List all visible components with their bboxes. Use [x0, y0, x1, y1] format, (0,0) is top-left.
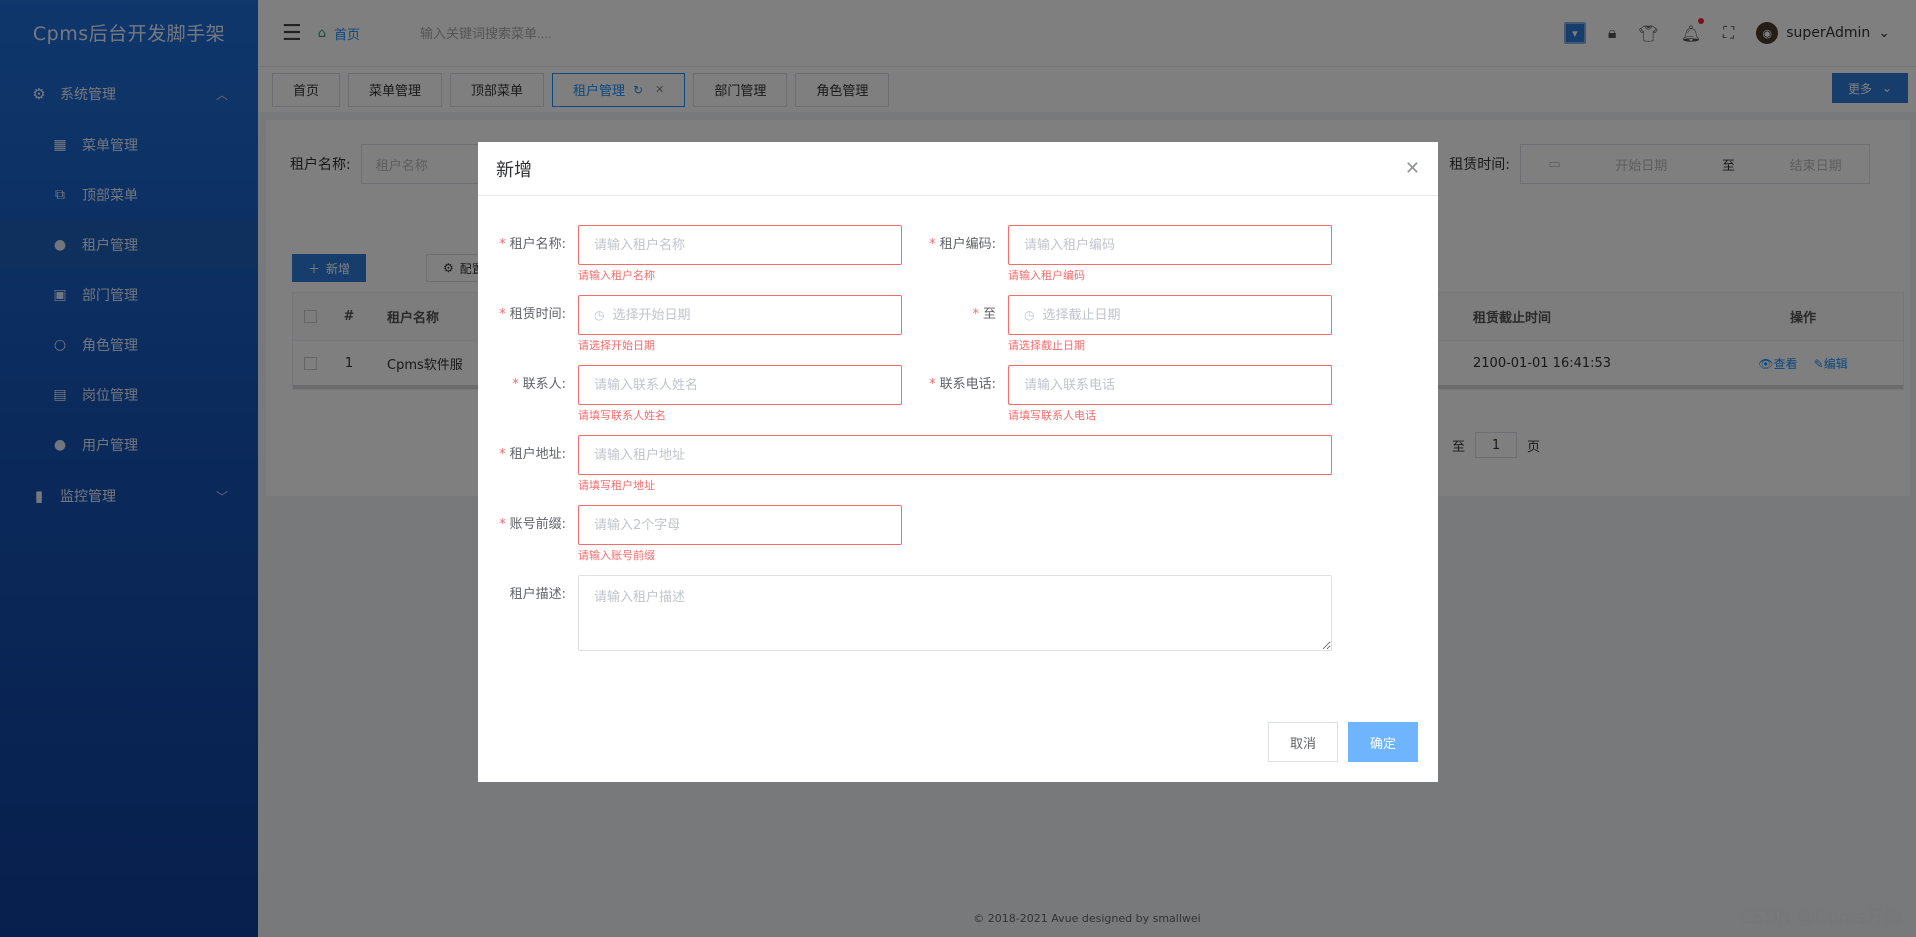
clock-icon: ◷: [1024, 308, 1035, 322]
field-description: 租户描述:: [478, 575, 1332, 655]
field-contact: *联系人: 请填写联系人姓名: [478, 365, 902, 422]
tenant-code-error: 请输入租户编码: [1008, 269, 1085, 282]
field-label: * 联系人:: [512, 377, 566, 392]
field-tenant-name: * 租户名称: 请输入租户名称: [478, 225, 902, 282]
watermark: CSDN @Cpms开源: [1740, 907, 1902, 928]
confirm-button[interactable]: 确定: [1348, 722, 1418, 762]
prefix-input[interactable]: [594, 517, 886, 533]
lease-start-input[interactable]: [612, 307, 886, 323]
dialog-header: 新增 ✕: [478, 142, 1438, 196]
cancel-button[interactable]: 取消: [1268, 722, 1338, 762]
field-account-prefix: *账号前缀: 请输入账号前缀: [478, 505, 902, 562]
tenant-code-input-wrap[interactable]: [1008, 225, 1332, 265]
clock-icon: ◷: [594, 308, 605, 322]
prefix-input-wrap[interactable]: [578, 505, 902, 545]
field-label: 租户描述:: [509, 587, 566, 602]
address-input-wrap[interactable]: [578, 435, 1332, 475]
address-input[interactable]: [594, 447, 1316, 463]
tenant-name-input-wrap[interactable]: [578, 225, 902, 265]
lease-start-picker[interactable]: ◷: [578, 295, 902, 335]
field-address: *租户地址: 请填写租户地址: [478, 435, 1332, 492]
contact-input-wrap[interactable]: [578, 365, 902, 405]
field-lease-start: *租赁时间: ◷ 请选择开始日期: [478, 295, 902, 352]
field-label: * 租户编码:: [929, 237, 996, 252]
field-lease-end: *至 ◷ 请选择截止日期: [908, 295, 1332, 352]
field-phone: *联系电话: 请填写联系人电话: [908, 365, 1332, 422]
field-label: * 至: [972, 307, 996, 322]
lease-end-picker[interactable]: ◷: [1008, 295, 1332, 335]
field-tenant-code: * 租户编码: 请输入租户编码: [908, 225, 1332, 282]
address-error: 请填写租户地址: [578, 479, 655, 492]
lease-end-error: 请选择截止日期: [1008, 339, 1085, 352]
field-label: * 租赁时间:: [499, 307, 566, 322]
dialog-title: 新增: [496, 159, 532, 181]
field-label: * 联系电话:: [929, 377, 996, 392]
tenant-name-error: 请输入租户名称: [578, 269, 655, 282]
field-label: * 租户名称:: [499, 237, 566, 252]
phone-error: 请填写联系人电话: [1008, 409, 1096, 422]
close-icon[interactable]: ✕: [1405, 158, 1420, 179]
add-tenant-dialog: 新增 ✕ *租户名称: 请输入租户名称 *租户编码: 请输入租户编码 *租赁时间…: [478, 142, 1438, 782]
field-label: * 账号前缀:: [499, 517, 566, 532]
prefix-error: 请输入账号前缀: [578, 549, 655, 562]
contact-error: 请填写联系人姓名: [578, 409, 666, 422]
description-textarea[interactable]: [578, 575, 1332, 651]
field-label: * 租户地址:: [499, 447, 566, 462]
dialog-footer: 取消 确定: [1268, 722, 1418, 762]
contact-input[interactable]: [594, 377, 886, 393]
lease-start-error: 请选择开始日期: [578, 339, 655, 352]
phone-input[interactable]: [1024, 377, 1316, 393]
lease-end-input[interactable]: [1042, 307, 1316, 323]
tenant-code-input[interactable]: [1024, 237, 1316, 253]
tenant-name-input[interactable]: [594, 237, 886, 253]
phone-input-wrap[interactable]: [1008, 365, 1332, 405]
